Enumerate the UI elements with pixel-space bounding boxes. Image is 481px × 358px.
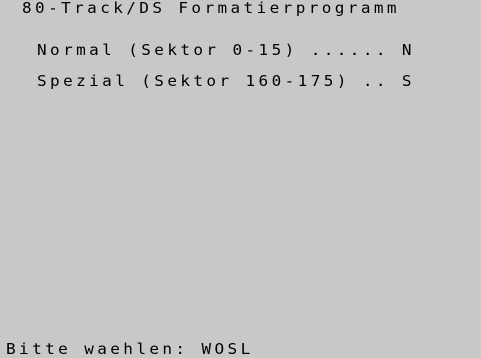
input-prompt[interactable]: Bitte waehlen: WOSL [6,341,254,358]
program-title: 80-Track/DS Formatierprogramm [22,0,400,17]
menu-option-special[interactable]: Spezial (Sektor 160-175) .. S [37,73,415,90]
menu-option-normal[interactable]: Normal (Sektor 0-15) ...... N [37,42,415,59]
program-screen: 80-Track/DS Formatierprogramm Normal (Se… [0,0,481,358]
